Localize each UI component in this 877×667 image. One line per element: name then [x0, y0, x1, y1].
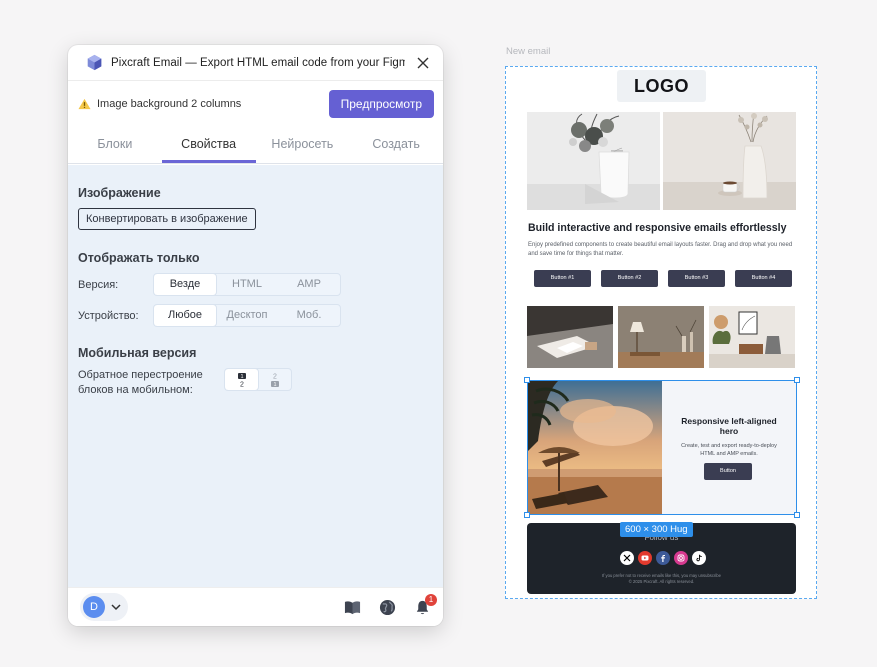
tab-blocks[interactable]: Блоки [68, 127, 162, 163]
version-option-html[interactable]: HTML [216, 274, 278, 295]
preview-button[interactable]: Предпросмотр [328, 90, 434, 118]
warning-icon [78, 98, 91, 110]
tab-properties[interactable]: Свойства [161, 127, 256, 163]
email-button-2[interactable]: Button #2 [601, 270, 658, 287]
tab-bar: Блоки Свойства Нейросеть Создать [68, 127, 443, 164]
tab-ai[interactable]: Нейросеть [256, 127, 350, 163]
device-option-any[interactable]: Любое [154, 305, 216, 326]
image-desk-lamp[interactable] [618, 306, 704, 368]
email-logo[interactable]: LOGO [617, 70, 706, 102]
device-row: Устройство: Любое Десктоп Моб. [78, 304, 433, 327]
vase-coffee-image [663, 112, 796, 210]
hero-title[interactable]: Responsive left-aligned hero [672, 416, 786, 436]
email-frame[interactable]: LOGO Build interactive and responsive em… [505, 66, 817, 599]
mobile-section-title: Мобильная версия [78, 346, 197, 360]
selected-layer-name: Image background 2 columns [97, 98, 242, 110]
reverse-order-row: Обратное перестроение блоков на мобильно… [78, 368, 433, 398]
beach-sunset-image [528, 381, 662, 514]
svg-text:2: 2 [273, 373, 277, 380]
reverse-order-label: Обратное перестроение блоков на мобильно… [78, 369, 203, 396]
reverse-order-control: 1 2 2 1 [224, 368, 292, 391]
globe-icon[interactable] [379, 599, 396, 616]
image-living-room[interactable] [709, 306, 795, 368]
tiktok-icon[interactable] [692, 551, 706, 565]
order-reversed-option[interactable]: 2 1 [258, 369, 291, 390]
hero-text[interactable]: Create, test and export ready-to-deploy … [674, 443, 784, 458]
image-book-bed[interactable] [527, 306, 613, 368]
email-button-row: Button #1 Button #2 Button #3 Button #4 [534, 270, 792, 287]
notification-badge: 1 [425, 593, 437, 606]
resize-handle-top-right[interactable] [794, 377, 800, 383]
svg-text:2: 2 [240, 381, 244, 388]
device-label: Устройство: [78, 309, 139, 322]
device-option-desktop[interactable]: Десктоп [216, 305, 278, 326]
email-button-3[interactable]: Button #3 [668, 270, 725, 287]
image-section-title: Изображение [78, 186, 161, 200]
panel-titlebar: Pixcraft Email — Export HTML email code … [68, 45, 443, 81]
youtube-icon[interactable] [638, 551, 652, 565]
version-option-everywhere[interactable]: Везде [154, 274, 216, 295]
device-option-mobile[interactable]: Моб. [278, 305, 340, 326]
living-room-image [709, 306, 795, 368]
x-icon[interactable] [620, 551, 634, 565]
copyright-text: © 2025 Pixcraft. All rights reserved. [628, 578, 695, 584]
hero-content: Responsive left-aligned hero Create, tes… [662, 381, 796, 514]
instagram-icon[interactable] [674, 551, 688, 565]
svg-text:1: 1 [273, 382, 276, 388]
version-label: Версия: [78, 278, 119, 291]
image-vase-flowers[interactable] [527, 112, 660, 210]
book-bed-image [527, 306, 613, 368]
panel-footer: D 1 [68, 587, 443, 626]
version-row: Версия: Везде HTML AMP [78, 273, 433, 296]
convert-to-image-button[interactable]: Конвертировать в изображение [78, 208, 256, 230]
vase-flowers-image [527, 112, 660, 210]
facebook-icon[interactable] [656, 551, 670, 565]
properties-content: Изображение Конвертировать в изображение… [68, 165, 443, 587]
chevron-down-icon [111, 604, 121, 611]
size-indicator: 600 × 300 Hug [620, 522, 693, 537]
hero-button[interactable]: Button [704, 463, 752, 480]
book-icon[interactable] [344, 599, 361, 616]
email-button-4[interactable]: Button #4 [735, 270, 792, 287]
notifications-button[interactable]: 1 [414, 593, 437, 616]
device-segmented-control: Любое Десктоп Моб. [153, 304, 341, 327]
email-body-text[interactable]: Enjoy predefined components to create be… [528, 241, 794, 258]
display-section-title: Отображать только [78, 251, 200, 265]
avatar: D [83, 596, 105, 618]
email-headline[interactable]: Build interactive and responsive emails … [528, 222, 786, 234]
tab-create[interactable]: Создать [349, 127, 443, 163]
footer-small-print: If you prefer not to receive emails like… [527, 573, 796, 584]
footer-icons: 1 [326, 593, 437, 616]
pixcraft-logo-icon [87, 54, 102, 71]
hero-block-selected[interactable]: Responsive left-aligned hero Create, tes… [524, 377, 800, 518]
email-button-1[interactable]: Button #1 [534, 270, 591, 287]
resize-handle-bottom-right[interactable] [794, 512, 800, 518]
resize-handle-top-left[interactable] [524, 377, 530, 383]
order-2-1-icon: 2 1 [270, 373, 279, 388]
desk-lamp-image [618, 306, 704, 368]
version-segmented-control: Везде HTML AMP [153, 273, 341, 296]
image-vase-coffee[interactable] [663, 112, 796, 210]
order-normal-option[interactable]: 1 2 [225, 369, 258, 390]
status-row: Image background 2 columns Предпросмотр [68, 81, 443, 127]
resize-handle-bottom-left[interactable] [524, 512, 530, 518]
order-1-2-icon: 1 2 [237, 372, 246, 388]
plugin-panel: Pixcraft Email — Export HTML email code … [68, 45, 443, 626]
version-option-amp[interactable]: AMP [278, 274, 340, 295]
account-switcher[interactable]: D [80, 593, 128, 621]
panel-title: Pixcraft Email — Export HTML email code … [111, 56, 405, 69]
social-icons [620, 551, 706, 565]
svg-text:1: 1 [240, 374, 243, 380]
close-icon[interactable] [415, 55, 431, 71]
frame-label[interactable]: New email [506, 46, 550, 57]
